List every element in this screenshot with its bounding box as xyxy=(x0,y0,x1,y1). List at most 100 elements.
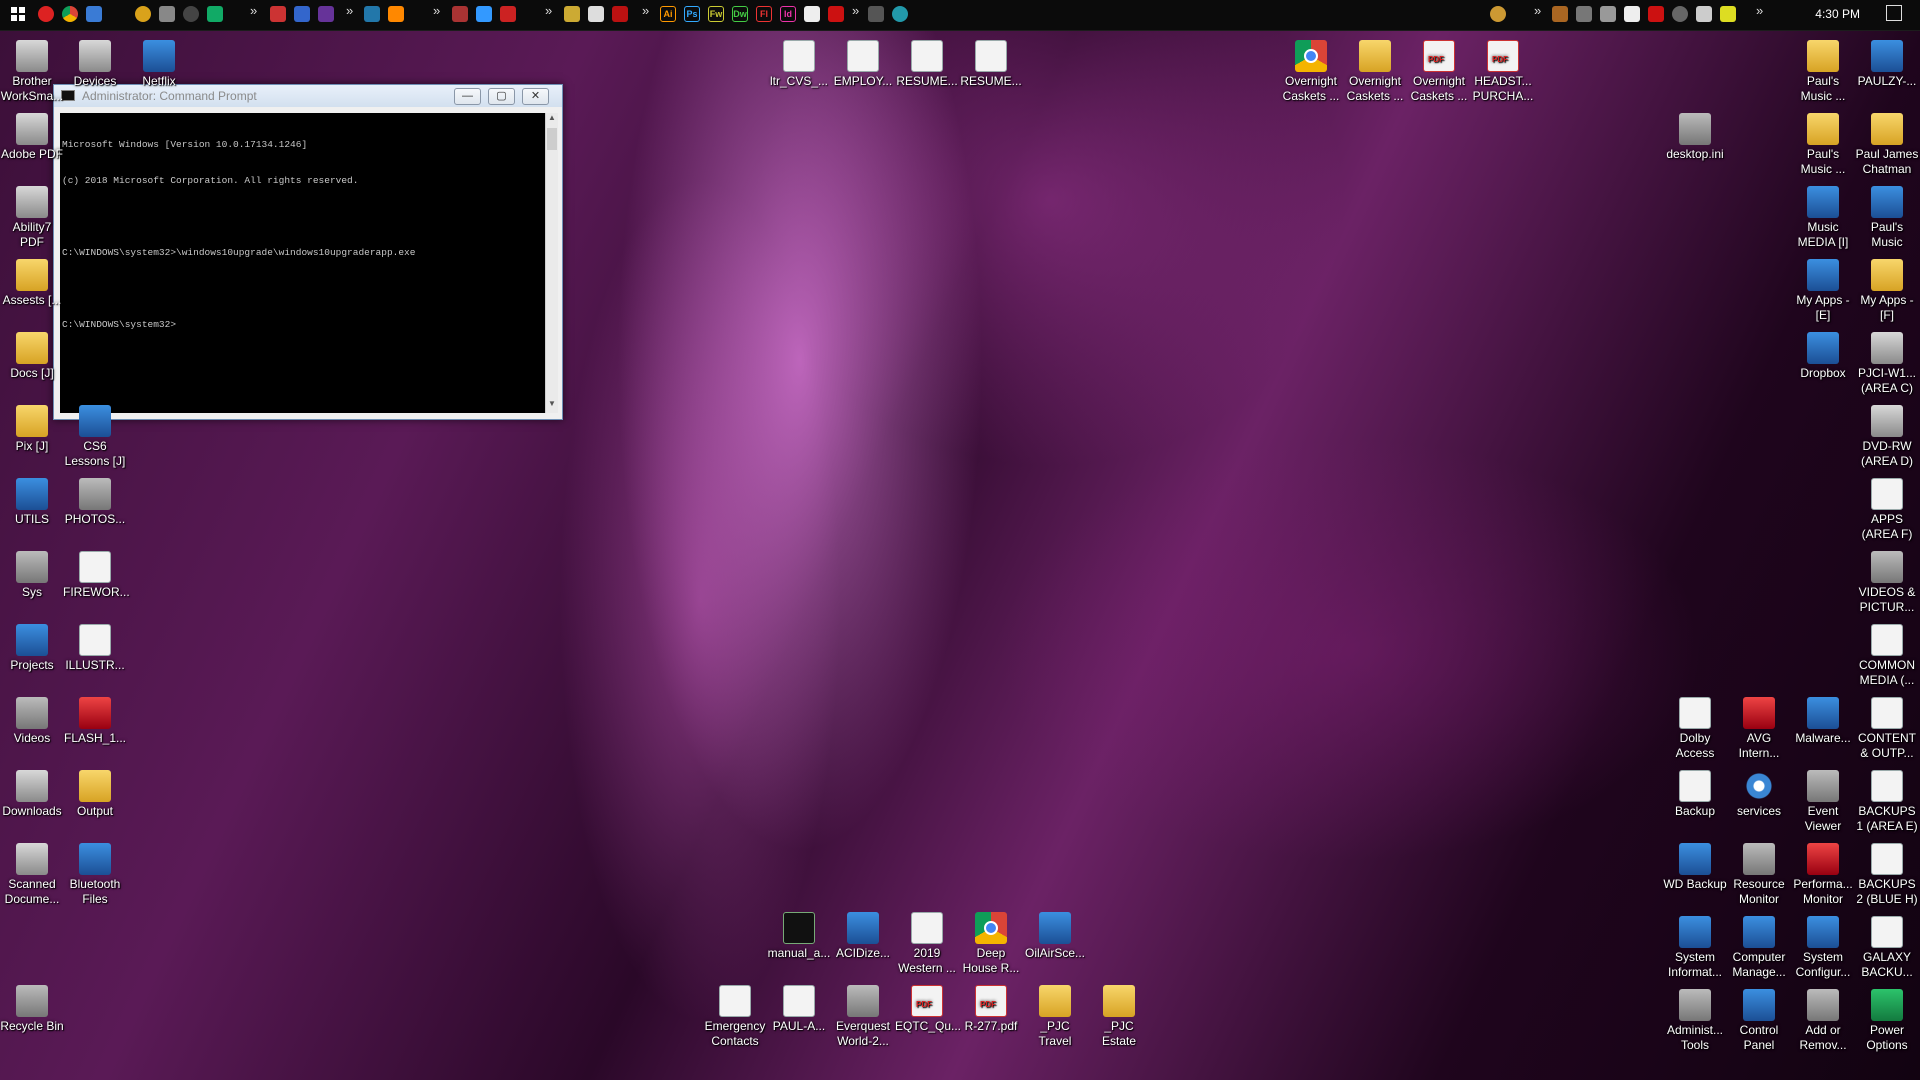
desktop-icon[interactable]: EQTC_Qu... xyxy=(895,985,961,1034)
minimize-button[interactable]: — xyxy=(454,88,481,105)
desktop-icon[interactable]: ILLUSTR... xyxy=(63,624,127,673)
desktop-icon[interactable]: Paul's Music ... xyxy=(1791,113,1855,176)
app-icon[interactable] xyxy=(868,6,884,22)
toolbar-chevron[interactable]: » xyxy=(250,3,257,18)
desktop-icon[interactable]: Output xyxy=(63,770,127,819)
toolbar-chevron[interactable]: » xyxy=(433,3,440,18)
desktop-icon[interactable]: Everquest World-2... xyxy=(831,985,895,1048)
desktop-icon[interactable]: Adobe PDF xyxy=(0,113,64,162)
desktop-icon[interactable]: EMPLOY... xyxy=(831,40,895,89)
flash-icon[interactable]: Fl xyxy=(756,6,772,22)
desktop-icon[interactable]: PAULZY-... xyxy=(1855,40,1919,89)
toolbar-chevron[interactable]: » xyxy=(545,3,552,18)
desktop-icon[interactable]: Devices xyxy=(63,40,127,89)
app-icon[interactable] xyxy=(892,6,908,22)
app-icon[interactable] xyxy=(207,6,223,22)
notification-icon[interactable] xyxy=(1886,5,1902,21)
photoshop-icon[interactable]: Ps xyxy=(684,6,700,22)
desktop-icon[interactable]: Overnight Caskets ... xyxy=(1279,40,1343,103)
indesign-icon[interactable]: Id xyxy=(780,6,796,22)
windows-start-icon[interactable] xyxy=(10,6,26,22)
tray-chevron[interactable]: » xyxy=(1534,3,1541,18)
maximize-button[interactable]: ▢ xyxy=(488,88,515,105)
desktop-icon[interactable]: R-277.pdf xyxy=(959,985,1023,1034)
desktop-icon[interactable]: Power Options xyxy=(1855,989,1919,1052)
app-icon[interactable] xyxy=(588,6,604,22)
close-button[interactable]: ✕ xyxy=(522,88,549,105)
desktop-icon[interactable]: desktop.ini xyxy=(1663,113,1727,162)
app-icon[interactable] xyxy=(500,6,516,22)
desktop-icon[interactable]: manual_a... xyxy=(767,912,831,961)
desktop-icon[interactable]: PAUL-A... xyxy=(767,985,831,1034)
desktop-icon[interactable]: Paul's Music ... xyxy=(1791,40,1855,103)
desktop-icon[interactable]: Music MEDIA [I] xyxy=(1791,186,1855,249)
desktop-icon[interactable]: Overnight Caskets ... xyxy=(1407,40,1471,103)
command-prompt-window[interactable]: Administrator: Command Prompt — ▢ ✕ Micr… xyxy=(53,84,563,420)
desktop-icon[interactable]: Ability7 PDF xyxy=(0,186,64,249)
opera-icon[interactable] xyxy=(38,6,54,22)
desktop-icon[interactable]: Paul James Chatman xyxy=(1855,113,1919,176)
tray-icon[interactable] xyxy=(1648,6,1664,22)
desktop-icon[interactable]: 2019 Western ... xyxy=(895,912,959,975)
desktop-icon[interactable]: ltr_CVS_... xyxy=(767,40,831,89)
toolbar-chevron[interactable]: » xyxy=(852,3,859,18)
desktop-icon[interactable]: Emergency Contacts xyxy=(703,985,767,1048)
desktop-icon[interactable]: Videos xyxy=(0,697,64,746)
desktop-icon[interactable]: Add or Remov... xyxy=(1791,989,1855,1052)
app-icon[interactable] xyxy=(294,6,310,22)
desktop-icon[interactable]: APPS (AREA F) xyxy=(1855,478,1919,541)
fireworks-icon[interactable]: Fw xyxy=(708,6,724,22)
app-icon[interactable] xyxy=(364,6,380,22)
app-icon[interactable] xyxy=(564,6,580,22)
illustrator-icon[interactable]: Ai xyxy=(660,6,676,22)
desktop-icon[interactable]: PHOTOS... xyxy=(63,478,127,527)
acrobat-icon[interactable] xyxy=(804,6,820,22)
scroll-thumb[interactable] xyxy=(547,128,557,150)
dreamweaver-icon[interactable]: Dw xyxy=(732,6,748,22)
desktop-icon[interactable]: PJCI-W1... (AREA C) xyxy=(1855,332,1919,395)
desktop-icon[interactable]: VIDEOS & PICTUR... xyxy=(1855,551,1919,614)
desktop-icon[interactable]: FLASH_1... xyxy=(63,697,127,746)
acrobat-icon[interactable] xyxy=(828,6,844,22)
desktop-icon[interactable]: HEADST... PURCHA... xyxy=(1471,40,1535,103)
desktop-icon[interactable]: UTILS xyxy=(0,478,64,527)
desktop-icon[interactable]: Resource Monitor xyxy=(1727,843,1791,906)
chrome-icon[interactable] xyxy=(62,6,78,22)
desktop-icon[interactable]: Paul's Music xyxy=(1855,186,1919,249)
desktop-icon[interactable]: _PJC Travel xyxy=(1023,985,1087,1048)
app-icon[interactable] xyxy=(318,6,334,22)
desktop-icon[interactable]: Dolby Access xyxy=(1663,697,1727,760)
app-icon[interactable] xyxy=(476,6,492,22)
app-icon[interactable] xyxy=(159,6,175,22)
desktop-icon[interactable]: Backup xyxy=(1663,770,1727,819)
desktop-icon[interactable]: CONTENT & OUTP... xyxy=(1855,697,1919,760)
scroll-up-icon[interactable]: ▲ xyxy=(546,113,558,127)
desktop-icon[interactable]: BACKUPS 1 (AREA E) xyxy=(1855,770,1919,833)
tray-icon[interactable] xyxy=(1720,6,1736,22)
tray-chevron[interactable]: » xyxy=(1756,3,1763,18)
tray-icon[interactable] xyxy=(1624,6,1640,22)
tray-icon[interactable] xyxy=(1576,6,1592,22)
app-icon[interactable] xyxy=(86,6,102,22)
desktop-icon[interactable]: _PJC Estate xyxy=(1087,985,1151,1048)
vertical-scrollbar[interactable]: ▲ ▼ xyxy=(545,113,558,413)
desktop-icon[interactable]: Pix [J] xyxy=(0,405,64,454)
desktop-icon[interactable]: DVD-RW (AREA D) xyxy=(1855,405,1919,468)
desktop-icon[interactable]: Computer Manage... xyxy=(1727,916,1791,979)
desktop-icon[interactable]: Projects xyxy=(0,624,64,673)
desktop-icon[interactable]: System Configur... xyxy=(1791,916,1855,979)
console-output[interactable]: Microsoft Windows [Version 10.0.17134.12… xyxy=(60,113,545,413)
scroll-down-icon[interactable]: ▼ xyxy=(546,399,558,413)
desktop-icon[interactable]: OilAirSce... xyxy=(1023,912,1087,961)
desktop-icon[interactable]: services xyxy=(1727,770,1791,819)
toolbar-chevron[interactable]: » xyxy=(346,3,353,18)
tray-icon[interactable] xyxy=(1600,6,1616,22)
desktop-icon[interactable]: GALAXY BACKU... xyxy=(1855,916,1919,979)
desktop-icon[interactable]: My Apps - [E] xyxy=(1791,259,1855,322)
desktop-icon[interactable]: Administ... Tools xyxy=(1663,989,1727,1052)
tray-icon[interactable] xyxy=(1490,6,1506,22)
desktop-icon[interactable]: CS6 Lessons [J] xyxy=(63,405,127,468)
tray-icon[interactable] xyxy=(1696,6,1712,22)
tray-icon[interactable] xyxy=(1552,6,1568,22)
vlc-icon[interactable] xyxy=(388,6,404,22)
